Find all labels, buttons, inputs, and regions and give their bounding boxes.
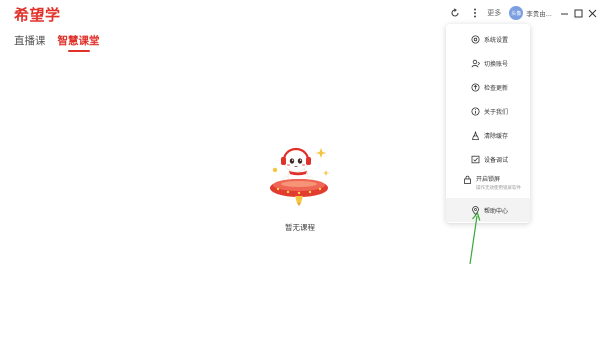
- menu-item-system-settings[interactable]: 系统设置: [446, 27, 530, 51]
- more-button[interactable]: 更多: [487, 8, 501, 18]
- menu-item-device-debug[interactable]: 设备调试: [446, 147, 530, 171]
- empty-state-text: 暂无课程: [285, 223, 315, 232]
- app-window: 希望学 直播课 智慧课堂 更多 头像 李贵由... 系统设置 切换账号 检查更新…: [0, 0, 600, 338]
- more-dropdown-menu: 系统设置 切换账号 检查更新 关于我们 清除缓存 设备调试 开启锁屏 操作无效使…: [446, 24, 530, 223]
- menu-item-about-us[interactable]: 关于我们: [446, 99, 530, 123]
- maximize-icon[interactable]: [572, 6, 585, 20]
- menu-item-lock-screen[interactable]: 开启锁屏 操作无效使用锁屏软件: [446, 171, 530, 201]
- gear-icon: [470, 34, 480, 44]
- username-label[interactable]: 李贵由...: [526, 8, 552, 18]
- menu-item-sublabel: 操作无效使用锁屏软件: [476, 186, 521, 191]
- menu-item-label: 帮助中心: [484, 207, 509, 215]
- update-icon: [470, 82, 480, 92]
- tab-smart-classroom[interactable]: 智慧课堂: [58, 33, 100, 52]
- menu-item-label: 开启锁屏: [476, 176, 501, 183]
- menu-item-help-center[interactable]: 帮助中心: [446, 198, 530, 222]
- lock-icon: [462, 174, 472, 184]
- title-bar-controls: 更多 头像 李贵由...: [447, 3, 600, 23]
- tab-live-courses[interactable]: 直播课: [14, 33, 46, 52]
- broom-icon: [470, 130, 480, 140]
- close-icon[interactable]: [586, 6, 599, 20]
- main-tabs: 直播课 智慧课堂: [14, 33, 100, 52]
- user-switch-icon: [470, 58, 480, 68]
- menu-item-label: 清除缓存: [484, 132, 509, 140]
- annotation-arrow-icon: [469, 211, 481, 265]
- app-logo: 希望学: [14, 6, 61, 24]
- menu-item-check-update[interactable]: 检查更新: [446, 75, 530, 99]
- menu-item-label: 设备调试: [484, 156, 509, 164]
- refresh-icon[interactable]: [447, 5, 463, 21]
- avatar[interactable]: 头像: [509, 6, 524, 20]
- menu-item-clear-cache[interactable]: 清除缓存: [446, 123, 530, 147]
- minimize-icon[interactable]: [558, 6, 571, 20]
- device-check-icon: [470, 154, 480, 164]
- menu-item-label: 检查更新: [484, 84, 509, 92]
- mascot-illustration: [270, 147, 330, 206]
- more-dots-icon[interactable]: [467, 5, 483, 21]
- menu-item-switch-account[interactable]: 切换账号: [446, 51, 530, 75]
- menu-item-label: 切换账号: [484, 60, 509, 68]
- menu-item-label: 系统设置: [484, 36, 509, 44]
- menu-item-label: 关于我们: [484, 108, 509, 116]
- info-icon: [470, 106, 480, 116]
